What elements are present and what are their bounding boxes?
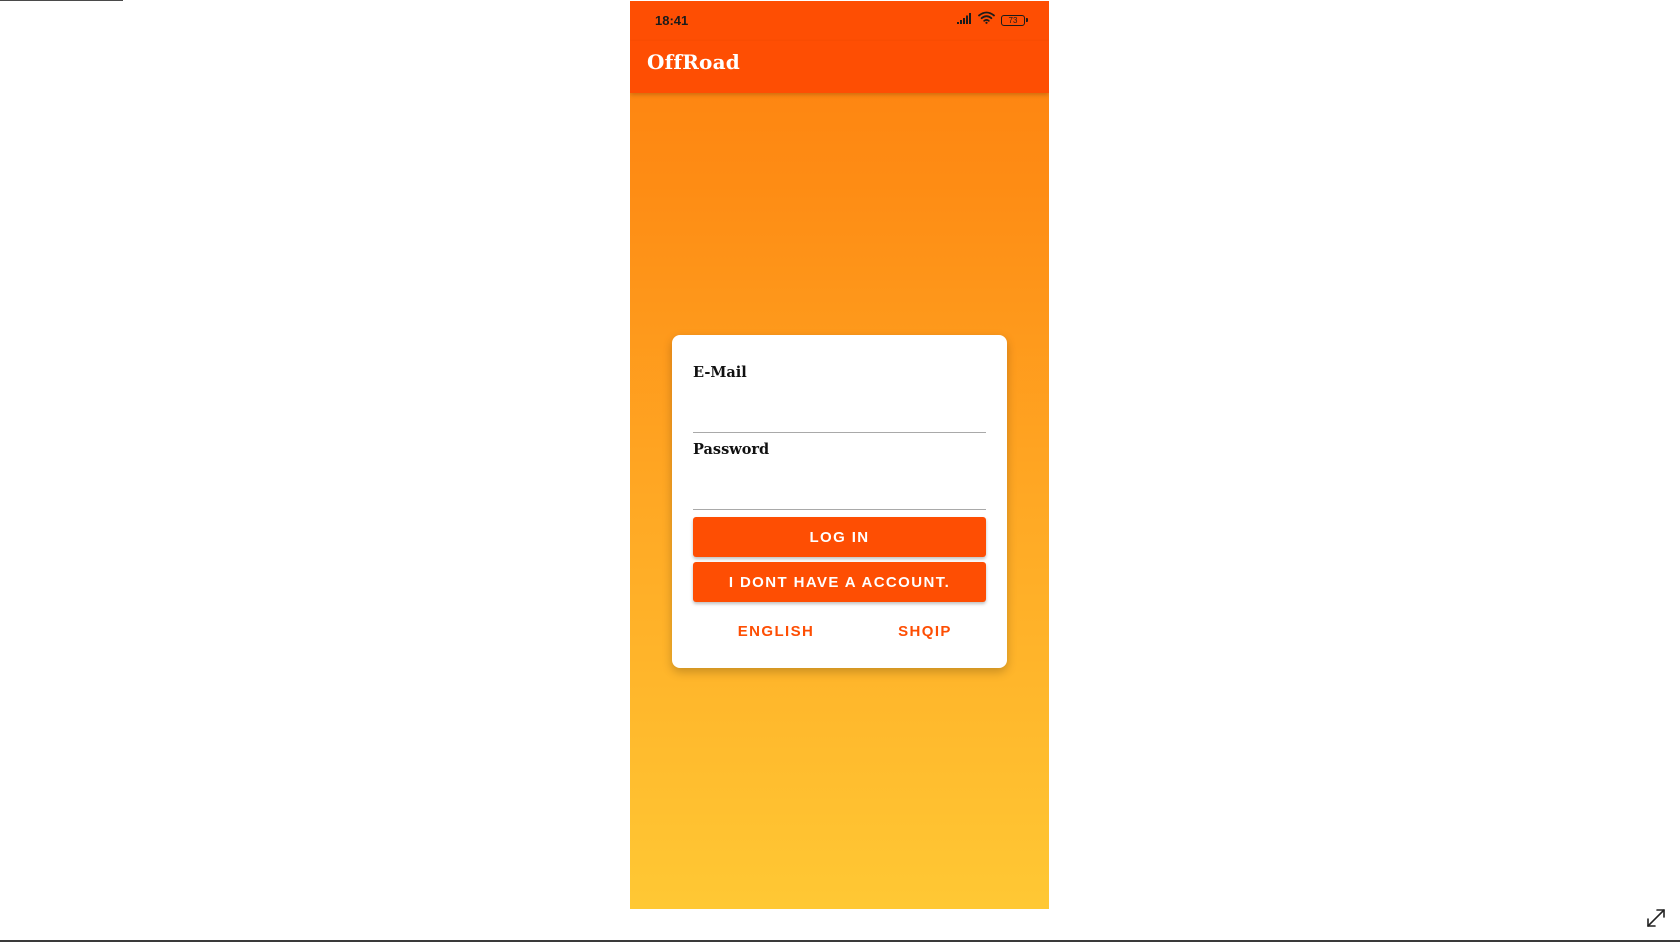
email-field[interactable]: [693, 398, 986, 433]
language-english-button[interactable]: ENGLISH: [726, 617, 826, 645]
login-card: E-Mail Password LOG IN I DONT HAVE A ACC…: [672, 335, 1007, 668]
phone-screen: 18:41 73 OffRoad E-Mail Password LOG IN …: [630, 1, 1049, 909]
signal-icon: [957, 11, 972, 29]
signup-button[interactable]: I DONT HAVE A ACCOUNT.: [693, 562, 986, 602]
wifi-icon: [978, 11, 995, 29]
app-bar: OffRoad: [630, 41, 1049, 93]
battery-icon: 73: [1001, 14, 1028, 26]
top-divider: [0, 0, 123, 1]
language-shqip-button[interactable]: SHQIP: [879, 617, 971, 645]
status-bar: 18:41 73: [630, 1, 1049, 41]
app-title: OffRoad: [647, 50, 740, 74]
password-field[interactable]: [693, 475, 986, 510]
expand-icon[interactable]: [1645, 907, 1667, 929]
login-button[interactable]: LOG IN: [693, 517, 986, 557]
password-label: Password: [693, 441, 770, 458]
email-label: E-Mail: [693, 364, 747, 381]
status-time: 18:41: [655, 13, 689, 28]
status-icons: 73: [957, 11, 1028, 29]
